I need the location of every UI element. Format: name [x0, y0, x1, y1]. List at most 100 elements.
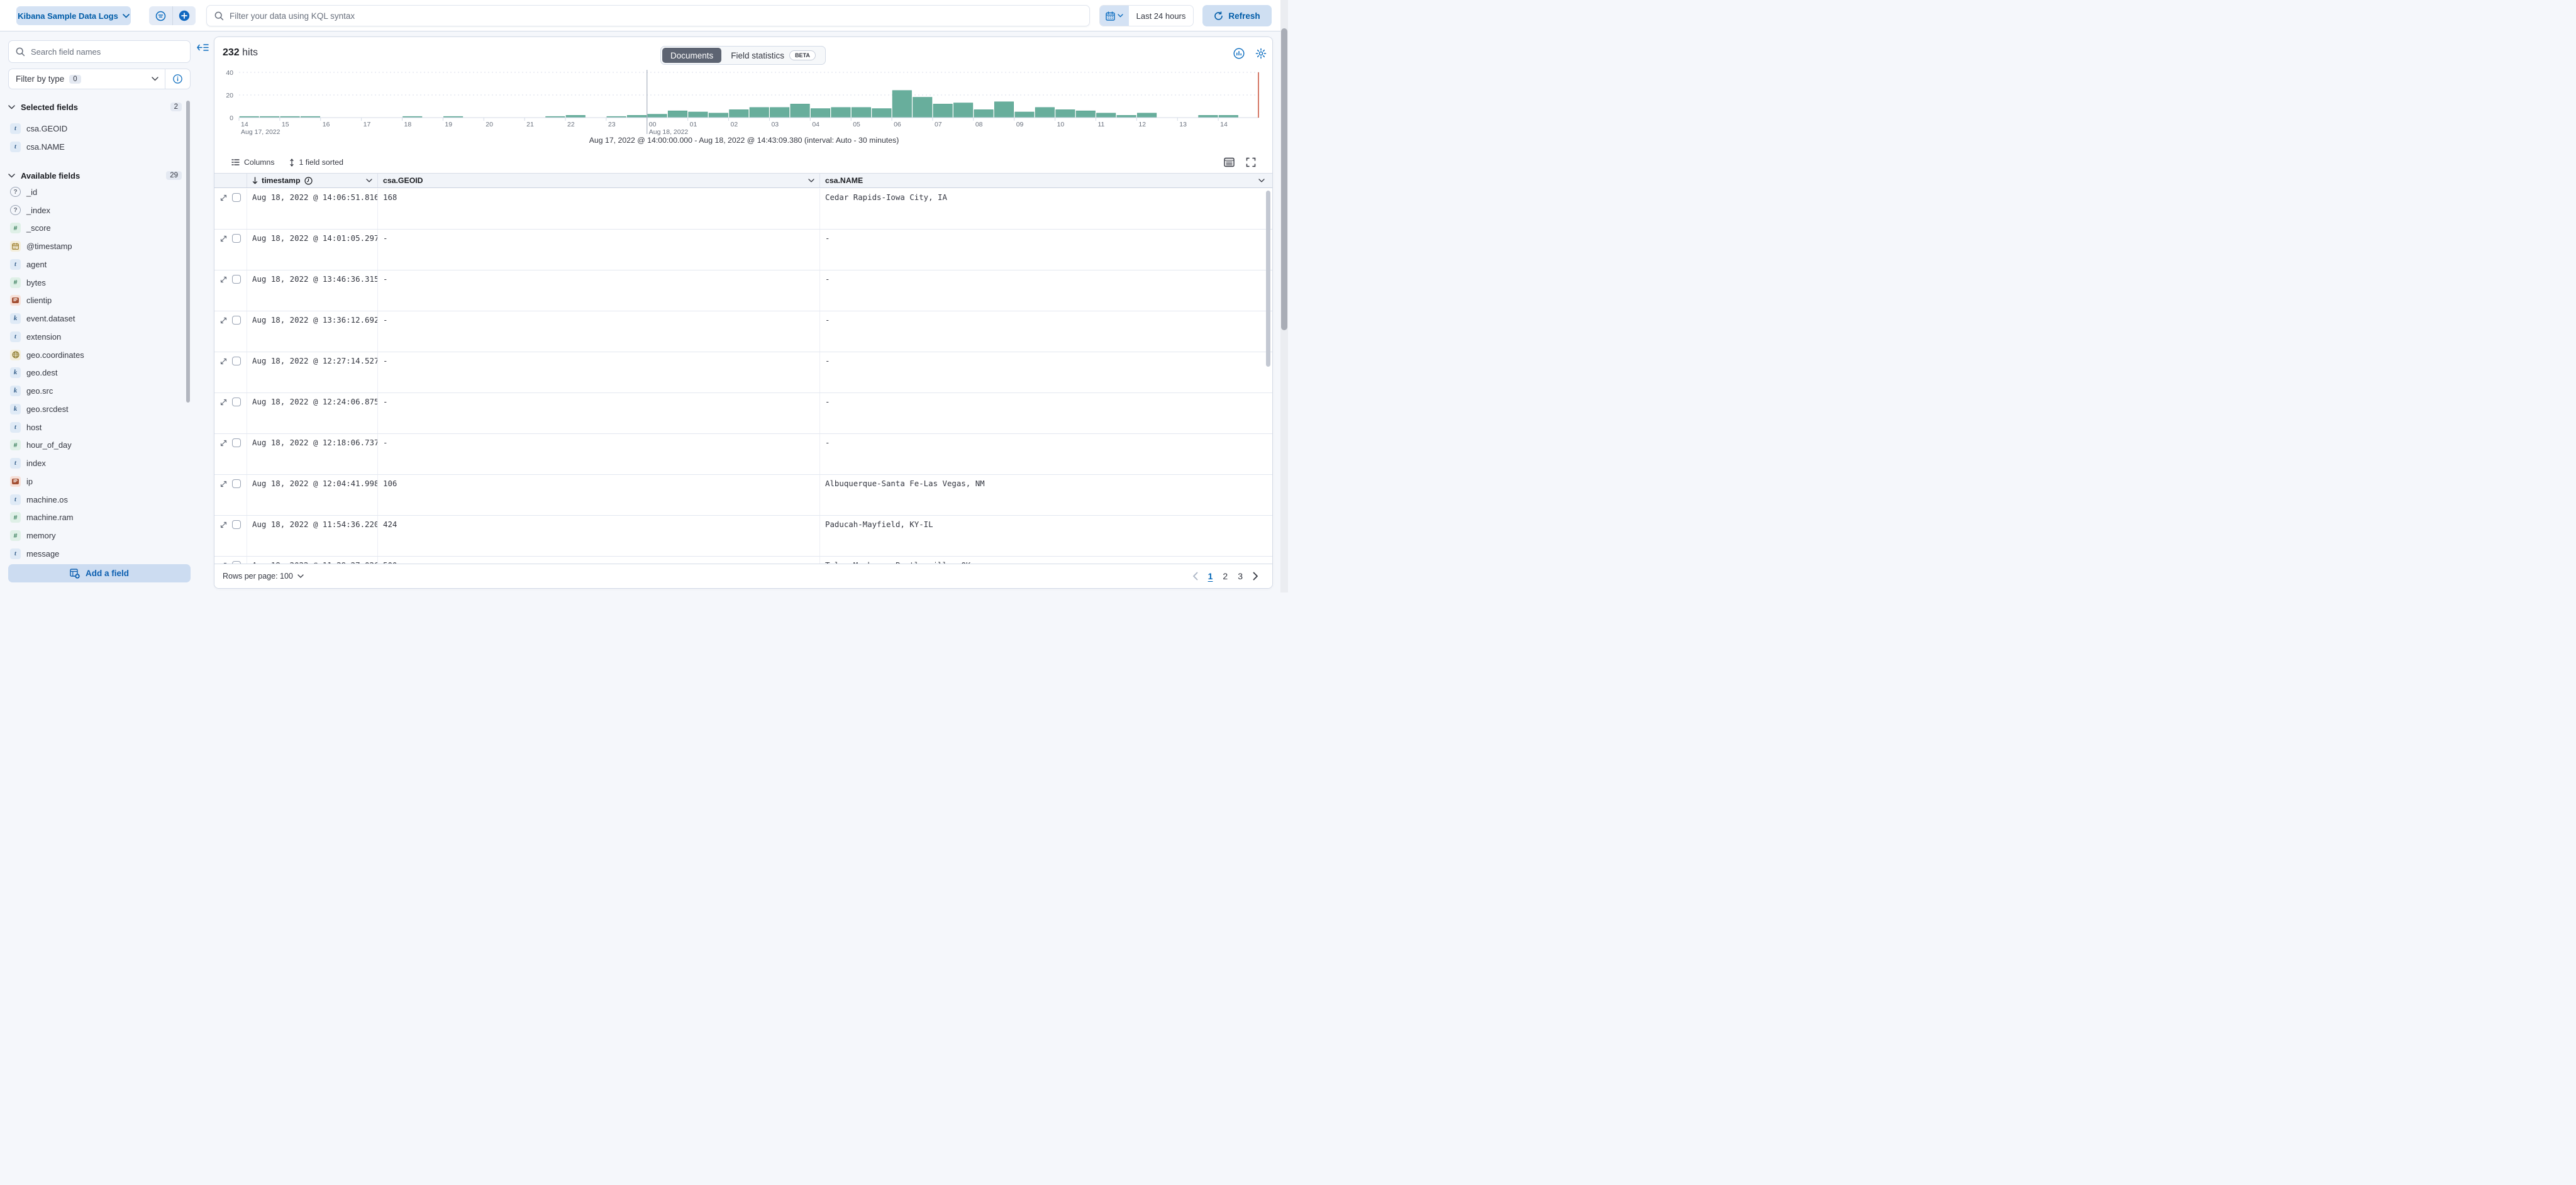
saved-query-menu-button[interactable] — [149, 6, 172, 25]
field-item-geo.dest[interactable]: kgeo.dest — [8, 364, 187, 382]
collapse-sidebar-button[interactable] — [197, 42, 209, 53]
csa-name-column-menu[interactable] — [1258, 179, 1265, 182]
field-item-event.dataset[interactable]: kevent.dataset — [8, 309, 187, 328]
date-range-picker: Last 24 hours — [1099, 5, 1194, 26]
svg-text:21: 21 — [526, 121, 534, 128]
field-item-csa.NAME[interactable]: tcsa.NAME — [8, 138, 187, 156]
field-item-_index[interactable]: ?_index — [8, 201, 187, 220]
next-page-button[interactable] — [1252, 572, 1260, 581]
time-range-value[interactable]: Last 24 hours — [1129, 6, 1193, 26]
refresh-button[interactable]: Refresh — [1202, 5, 1272, 26]
field-filter-info-button[interactable] — [165, 69, 190, 89]
field-item-index[interactable]: tindex — [8, 454, 187, 472]
expand-row-button[interactable] — [219, 275, 228, 284]
display-density-button[interactable] — [1224, 157, 1235, 167]
select-row-checkbox[interactable] — [232, 275, 241, 284]
select-row-checkbox[interactable] — [232, 234, 241, 243]
expand-row-button[interactable] — [219, 234, 228, 243]
select-row-checkbox[interactable] — [232, 479, 241, 488]
table-density-icon — [1224, 157, 1235, 167]
previous-page-button[interactable] — [1191, 572, 1199, 581]
field-item-clientip[interactable]: IPclientip — [8, 292, 187, 310]
field-item-agent[interactable]: tagent — [8, 255, 187, 274]
svg-text:09: 09 — [1016, 121, 1024, 128]
gear-button[interactable] — [1255, 48, 1267, 59]
available-fields-label: Available fields — [21, 171, 80, 181]
field-item-csa.GEOID[interactable]: tcsa.GEOID — [8, 120, 187, 138]
table-header-timestamp[interactable]: timestamp — [247, 174, 378, 187]
filter-by-type-count: 0 — [69, 75, 80, 84]
field-item-geo.src[interactable]: kgeo.src — [8, 382, 187, 400]
chart-options-button[interactable] — [1233, 48, 1245, 59]
expand-icon — [219, 480, 228, 488]
field-name: ip — [26, 477, 33, 486]
available-fields-section-header[interactable]: Available fields 29 — [8, 168, 191, 183]
filter-by-type-select[interactable]: Filter by type 0 — [8, 69, 191, 89]
fullscreen-button[interactable] — [1246, 157, 1256, 167]
kql-search-input[interactable]: Filter your data using KQL syntax — [206, 5, 1090, 26]
cell-csa-geoid: - — [378, 311, 820, 352]
field-sorted-button[interactable]: 1 field sorted — [289, 158, 343, 167]
field-item-@timestamp[interactable]: @timestamp — [8, 237, 187, 255]
query-menu-group — [149, 6, 196, 25]
table-header-csa-geoid[interactable]: csa.GEOID — [378, 174, 820, 187]
saved-query-icon — [155, 11, 166, 21]
field-item-memory[interactable]: #memory — [8, 526, 187, 545]
expand-row-button[interactable] — [219, 193, 228, 202]
expand-row-button[interactable] — [219, 438, 228, 447]
field-item-geo.srcdest[interactable]: kgeo.srcdest — [8, 400, 187, 418]
data-view-picker-button[interactable]: Kibana Sample Data Logs — [16, 6, 131, 25]
expand-row-button[interactable] — [219, 398, 228, 406]
field-item-host[interactable]: thost — [8, 418, 187, 437]
field-item-hour_of_day[interactable]: #hour_of_day — [8, 437, 187, 455]
field-search-input[interactable]: Search field names — [8, 40, 191, 63]
chart-header-icons — [1233, 48, 1267, 59]
columns-button[interactable]: Columns — [231, 158, 275, 167]
field-item-_score[interactable]: #_score — [8, 220, 187, 238]
select-row-checkbox[interactable] — [232, 520, 241, 529]
csa-geoid-column-label: csa.GEOID — [383, 176, 423, 185]
timestamp-column-menu[interactable] — [366, 179, 372, 182]
tab-field-statistics[interactable]: Field statistics BETA — [723, 48, 824, 63]
select-row-checkbox[interactable] — [232, 193, 241, 202]
table-header-csa-name[interactable]: csa.NAME — [820, 174, 1273, 187]
rows-per-page-button[interactable]: Rows per page: 100 — [223, 572, 304, 581]
date-picker-calendar-button[interactable] — [1100, 6, 1129, 26]
page-button-1[interactable]: 1 — [1206, 570, 1216, 582]
field-name: geo.dest — [26, 368, 57, 377]
select-row-checkbox[interactable] — [232, 438, 241, 447]
table-scrollbar[interactable] — [1266, 191, 1270, 367]
table-footer: Rows per page: 100 123 — [214, 564, 1273, 588]
sidebar-scrollbar[interactable] — [186, 101, 190, 403]
page-scrollbar-track[interactable] — [1280, 0, 1288, 592]
collapse-sidebar-icon — [197, 43, 209, 52]
field-item-extension[interactable]: textension — [8, 328, 187, 346]
field-item-_id[interactable]: ?_id — [8, 183, 187, 201]
expand-row-button[interactable] — [219, 520, 228, 529]
selected-fields-section-header[interactable]: Selected fields 2 — [8, 99, 191, 114]
csa-geoid-column-menu[interactable] — [808, 179, 814, 182]
tab-documents[interactable]: Documents — [662, 48, 721, 63]
select-row-checkbox[interactable] — [232, 357, 241, 365]
expand-row-button[interactable] — [219, 357, 228, 365]
field-item-geo.coordinates[interactable]: geo.coordinates — [8, 346, 187, 364]
field-item-bytes[interactable]: #bytes — [8, 274, 187, 292]
field-item-message[interactable]: tmessage — [8, 545, 187, 563]
page-button-3[interactable]: 3 — [1235, 570, 1245, 582]
documents-histogram[interactable]: 4020014151617181920212223000102030405060… — [214, 66, 1273, 135]
add-field-button[interactable]: Add a field — [8, 564, 191, 582]
expand-row-button[interactable] — [219, 479, 228, 488]
select-row-checkbox[interactable] — [232, 398, 241, 406]
svg-text:08: 08 — [975, 121, 983, 128]
columns-label: Columns — [244, 158, 275, 167]
field-item-ip[interactable]: IPip — [8, 472, 187, 491]
expand-row-button[interactable] — [219, 316, 228, 325]
page-scrollbar-thumb[interactable] — [1281, 28, 1287, 330]
page-button-2[interactable]: 2 — [1220, 570, 1230, 582]
select-row-checkbox[interactable] — [232, 316, 241, 325]
add-filter-button[interactable] — [172, 6, 196, 25]
field-item-machine.ram[interactable]: #machine.ram — [8, 509, 187, 527]
field-name: message — [26, 549, 59, 559]
field-item-machine.os[interactable]: tmachine.os — [8, 491, 187, 509]
svg-text:03: 03 — [771, 121, 779, 128]
